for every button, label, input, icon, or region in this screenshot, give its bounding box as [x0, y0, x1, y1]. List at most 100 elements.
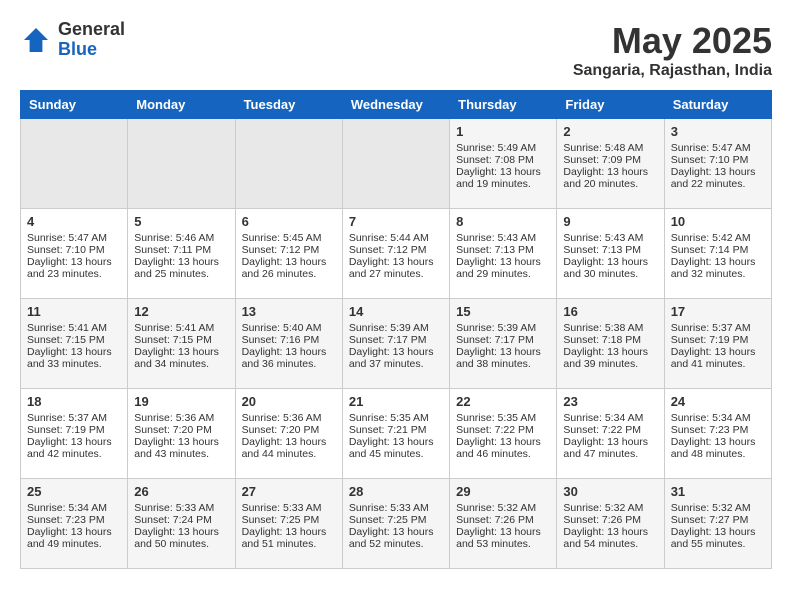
- logo-general: General: [58, 20, 125, 40]
- calendar-cell: 26Sunrise: 5:33 AMSunset: 7:24 PMDayligh…: [128, 479, 235, 569]
- day-info: Daylight: 13 hours: [349, 346, 443, 358]
- day-info: and 23 minutes.: [27, 268, 121, 280]
- day-info: Daylight: 13 hours: [242, 436, 336, 448]
- day-info: Sunrise: 5:33 AM: [349, 502, 443, 514]
- day-number: 10: [671, 214, 765, 229]
- logo-text: General Blue: [58, 20, 125, 60]
- day-info: Sunrise: 5:41 AM: [134, 322, 228, 334]
- day-info: Daylight: 13 hours: [242, 256, 336, 268]
- header-tuesday: Tuesday: [235, 91, 342, 119]
- day-info: and 53 minutes.: [456, 538, 550, 550]
- logo: General Blue: [20, 20, 125, 60]
- calendar-cell: 6 Sunrise: 5:45 AMSunset: 7:12 PMDaylight…: [235, 209, 342, 299]
- calendar-cell: 30Sunrise: 5:32 AMSunset: 7:26 PMDayligh…: [557, 479, 664, 569]
- day-info: Sunset: 7:17 PM: [349, 334, 443, 346]
- day-info: and 46 minutes.: [456, 448, 550, 460]
- day-info: Sunset: 7:09 PM: [563, 154, 657, 166]
- day-info: Daylight: 13 hours: [242, 526, 336, 538]
- calendar-cell: 25Sunrise: 5:34 AMSunset: 7:23 PMDayligh…: [21, 479, 128, 569]
- month-title: May 2025: [573, 20, 772, 62]
- calendar-cell: 13Sunrise: 5:40 AMSunset: 7:16 PMDayligh…: [235, 299, 342, 389]
- day-info: and 29 minutes.: [456, 268, 550, 280]
- day-number: 17: [671, 304, 765, 319]
- day-number: 13: [242, 304, 336, 319]
- day-info: Sunrise: 5:33 AM: [242, 502, 336, 514]
- day-info: Sunrise: 5:35 AM: [456, 412, 550, 424]
- day-info: Sunrise: 5:39 AM: [456, 322, 550, 334]
- day-number: 24: [671, 394, 765, 409]
- calendar-cell: 14Sunrise: 5:39 AMSunset: 7:17 PMDayligh…: [342, 299, 449, 389]
- day-number: 5: [134, 214, 228, 229]
- day-info: Sunset: 7:10 PM: [27, 244, 121, 256]
- day-info: and 37 minutes.: [349, 358, 443, 370]
- calendar-cell: [342, 119, 449, 209]
- day-info: Sunset: 7:23 PM: [671, 424, 765, 436]
- day-info: Sunrise: 5:45 AM: [242, 232, 336, 244]
- day-info: Daylight: 13 hours: [563, 256, 657, 268]
- day-info: and 25 minutes.: [134, 268, 228, 280]
- week-row-4: 18Sunrise: 5:37 AMSunset: 7:19 PMDayligh…: [21, 389, 772, 479]
- day-info: Daylight: 13 hours: [671, 166, 765, 178]
- day-info: Sunset: 7:12 PM: [242, 244, 336, 256]
- day-info: Sunrise: 5:41 AM: [27, 322, 121, 334]
- day-info: Daylight: 13 hours: [27, 526, 121, 538]
- calendar-header-row: SundayMondayTuesdayWednesdayThursdayFrid…: [21, 91, 772, 119]
- day-info: Daylight: 13 hours: [563, 346, 657, 358]
- week-row-3: 11Sunrise: 5:41 AMSunset: 7:15 PMDayligh…: [21, 299, 772, 389]
- day-number: 7: [349, 214, 443, 229]
- day-number: 22: [456, 394, 550, 409]
- header-friday: Friday: [557, 91, 664, 119]
- day-info: Sunrise: 5:40 AM: [242, 322, 336, 334]
- calendar-cell: 17Sunrise: 5:37 AMSunset: 7:19 PMDayligh…: [664, 299, 771, 389]
- week-row-2: 4 Sunrise: 5:47 AMSunset: 7:10 PM Daylight…: [21, 209, 772, 299]
- day-number: 2: [563, 124, 657, 139]
- day-info: Daylight: 13 hours: [134, 526, 228, 538]
- day-info: and 43 minutes.: [134, 448, 228, 460]
- day-info: Daylight: 13 hours: [671, 436, 765, 448]
- day-number: 16: [563, 304, 657, 319]
- day-info: Sunrise: 5:32 AM: [671, 502, 765, 514]
- day-number: 1: [456, 124, 550, 139]
- day-info: Daylight: 13 hours: [349, 436, 443, 448]
- calendar-cell: 15Sunrise: 5:39 AMSunset: 7:17 PMDayligh…: [450, 299, 557, 389]
- calendar-cell: 20Sunrise: 5:36 AMSunset: 7:20 PMDayligh…: [235, 389, 342, 479]
- week-row-5: 25Sunrise: 5:34 AMSunset: 7:23 PMDayligh…: [21, 479, 772, 569]
- day-info: Sunset: 7:18 PM: [563, 334, 657, 346]
- day-info: and 39 minutes.: [563, 358, 657, 370]
- calendar-cell: 1Sunrise: 5:49 AMSunset: 7:08 PMDaylight…: [450, 119, 557, 209]
- day-number: 4: [27, 214, 121, 229]
- day-info: Sunset: 7:21 PM: [349, 424, 443, 436]
- day-info: and 44 minutes.: [242, 448, 336, 460]
- day-info: Sunset: 7:13 PM: [456, 244, 550, 256]
- day-info: Sunset: 7:20 PM: [134, 424, 228, 436]
- location: Sangaria, Rajasthan, India: [573, 62, 772, 80]
- day-info: Sunset: 7:22 PM: [456, 424, 550, 436]
- day-number: 21: [349, 394, 443, 409]
- day-info: and 55 minutes.: [671, 538, 765, 550]
- calendar-cell: 31Sunrise: 5:32 AMSunset: 7:27 PMDayligh…: [664, 479, 771, 569]
- calendar-cell: 11Sunrise: 5:41 AMSunset: 7:15 PMDayligh…: [21, 299, 128, 389]
- day-number: 27: [242, 484, 336, 499]
- day-info: Daylight: 13 hours: [27, 436, 121, 448]
- day-info: and 19 minutes.: [456, 178, 550, 190]
- day-info: and 52 minutes.: [349, 538, 443, 550]
- day-number: 30: [563, 484, 657, 499]
- day-info: Sunset: 7:25 PM: [349, 514, 443, 526]
- day-info: Sunrise: 5:39 AM: [349, 322, 443, 334]
- day-info: Sunrise: 5:43 AM: [563, 232, 657, 244]
- day-number: 6: [242, 214, 336, 229]
- day-info: Sunset: 7:25 PM: [242, 514, 336, 526]
- day-info: Sunset: 7:13 PM: [563, 244, 657, 256]
- day-number: 19: [134, 394, 228, 409]
- calendar-table: SundayMondayTuesdayWednesdayThursdayFrid…: [20, 90, 772, 569]
- day-info: Sunrise: 5:34 AM: [563, 412, 657, 424]
- day-info: Daylight: 13 hours: [456, 346, 550, 358]
- calendar-cell: 9Sunrise: 5:43 AMSunset: 7:13 PMDaylight…: [557, 209, 664, 299]
- day-info: Sunrise: 5:47 AM: [27, 232, 121, 244]
- calendar-cell: 19Sunrise: 5:36 AMSunset: 7:20 PMDayligh…: [128, 389, 235, 479]
- day-info: Sunrise: 5:35 AM: [349, 412, 443, 424]
- day-info: and 30 minutes.: [563, 268, 657, 280]
- day-number: 18: [27, 394, 121, 409]
- day-info: Daylight: 13 hours: [563, 166, 657, 178]
- day-info: Daylight: 13 hours: [134, 256, 228, 268]
